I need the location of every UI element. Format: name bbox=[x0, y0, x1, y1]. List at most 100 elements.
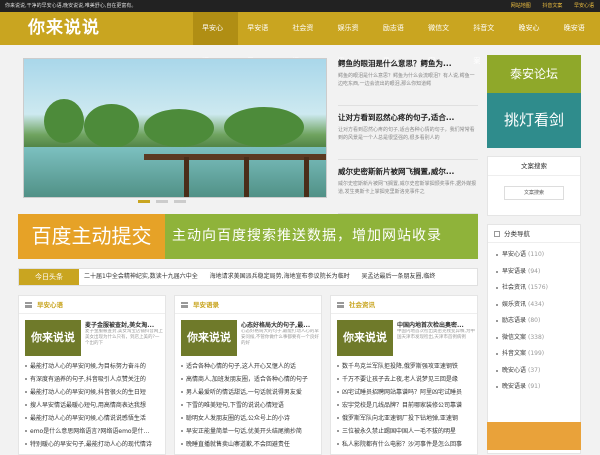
list-item[interactable]: 有深度有涵养的句子,抖音吸引人点赞关注的 bbox=[25, 373, 163, 386]
list-item[interactable]: 聪明女人发朋友圈的话,公众号上的小诗 bbox=[181, 412, 319, 425]
category-name[interactable]: 社会资讯 bbox=[502, 284, 526, 291]
slider-dot[interactable] bbox=[156, 200, 168, 203]
banner-left-text: 百度主动提交 bbox=[18, 214, 165, 259]
ticker-item[interactable]: 海地请求美国派兵稳定局势,海地宣布参议院长为临时 bbox=[210, 273, 350, 280]
headline-item[interactable]: 威尔史密斯新片被网飞搁置,威尔... 威尔史密斯新片被网飞搁置,威尔史密斯掌掴颁… bbox=[338, 166, 478, 214]
search-button[interactable]: 文案搜索 bbox=[504, 186, 564, 200]
category-item[interactable]: 社会资讯 (1576) bbox=[496, 280, 580, 297]
news-ticker: 今日头条 二十届1中全会精神纪实,数读十九届六中全 海地请求美国派兵稳定局势,海… bbox=[18, 268, 478, 286]
sitemap-link[interactable]: 网站地图 bbox=[511, 3, 531, 9]
list-item[interactable]: 晚睡直播就售卖山寨道歉,不会回避责任 bbox=[181, 438, 319, 451]
category-name[interactable]: 抖音文案 bbox=[502, 350, 526, 357]
category-name[interactable]: 早安语录 bbox=[502, 268, 526, 275]
top-bar-text: 你来说说,干净的早安心语,晚安说说,唯美舒心,自在更富有。 bbox=[5, 3, 137, 9]
ticker-item[interactable]: 吴孟达最后一条朋友圈,临终 bbox=[362, 273, 436, 280]
list-item[interactable]: 适合各种心情的句子,这人开心又惬人的话 bbox=[181, 360, 319, 373]
list-item[interactable]: 男人最爱听的情话甜话,一句话就说得男友爱 bbox=[181, 386, 319, 399]
nav-item[interactable]: 娱乐资讯 bbox=[329, 12, 374, 65]
list-item[interactable]: 特别暖心的早安句子,最能打动人心的现代情诗 bbox=[25, 438, 163, 451]
top-bar: 你来说说,干净的早安心语,晚安说说,唯美舒心,自在更富有。 网站地图 抖音文案 … bbox=[0, 0, 600, 12]
baidu-banner[interactable]: 百度主动提交 主动向百度搜索推送数据，增加网站收录 bbox=[18, 214, 478, 259]
category-name[interactable]: 娱乐资讯 bbox=[502, 301, 526, 308]
category-list: 早安心语 (110) 早安语录 (94) 社会资讯 (1576) 娱乐资讯 (434) … bbox=[488, 243, 580, 396]
category-column: 社会资讯 你来说说 中国内地首次检出奥密... 中国内地首次检出奥密克戎变异株,… bbox=[330, 295, 478, 455]
nav-item[interactable]: 早安语录 bbox=[238, 12, 283, 65]
category-item[interactable]: 晚安心语 (37) bbox=[496, 363, 580, 380]
ticker-item[interactable]: 二十届1中全会精神纪实,数读十九届六中全 bbox=[84, 273, 198, 280]
category-nav: 分类导航 早安心语 (110) 早安语录 (94) 社会资讯 (1576) 娱乐资讯(… bbox=[487, 224, 581, 454]
list-item[interactable]: 下雪的唯美短句,下雪的说说心情短语 bbox=[181, 399, 319, 412]
nav-item[interactable]: 抖音文案 bbox=[464, 12, 509, 65]
list-item[interactable]: 早安正能量简单一句话,优美开头结尾摘抄简 bbox=[181, 425, 319, 438]
list-item[interactable]: 搜人早安情话最暖心短句,用高情商表达我想 bbox=[25, 399, 163, 412]
list-item[interactable]: 私人影院都有什么电影？沙河事件是怎么回事 bbox=[337, 438, 475, 451]
list-item[interactable]: 最能打动人心的早安问候,心情说说感悟生活 bbox=[25, 412, 163, 425]
railing-shape bbox=[144, 154, 326, 160]
headline-item[interactable]: 鳄鱼的眼泪是什么意思？鳄鱼为... 鳄鱼的眼泪是什么意思？鳄鱼为什么会流眼泪？有… bbox=[338, 58, 478, 106]
category-name[interactable]: 微信文案 bbox=[502, 334, 526, 341]
list-item[interactable]: 最能打动人心的早安问候,抖音很火的生日短 bbox=[25, 386, 163, 399]
list-icon bbox=[25, 302, 32, 308]
headline-item[interactable]: 让对方看到忍然心疼的句子,适合... 让对方看到忍然心疼的句子,适合各种心情的句… bbox=[338, 112, 478, 160]
category-item[interactable]: 娱乐资讯 (434) bbox=[496, 297, 580, 314]
column-thumbnail[interactable]: 你来说说 bbox=[337, 320, 393, 356]
category-column: 早安心语 你来说说 麦子金服被查封,美女淘... 麦子金服被查封,美女淘宝店铺抖… bbox=[18, 295, 166, 455]
category-item[interactable]: 抖音文案 (199) bbox=[496, 346, 580, 363]
column-title[interactable]: 早安语录 bbox=[193, 301, 219, 309]
main-nav: 早安心语 早安语录 社会资讯 娱乐资讯 励志语录 微信文案 抖音文案 晚安心语 … bbox=[193, 12, 600, 65]
banner-right-text: 主动向百度搜索推送数据，增加网站收录 bbox=[172, 228, 442, 244]
category-item[interactable]: 早安语录 (94) bbox=[496, 264, 580, 281]
column-header: 社会资讯 bbox=[331, 296, 477, 314]
column-thumbnail[interactable]: 你来说说 bbox=[25, 320, 81, 356]
slider-dot[interactable] bbox=[174, 200, 186, 203]
nav-item[interactable]: 社会资讯 bbox=[283, 12, 328, 65]
nav-item[interactable]: 晚安心语 bbox=[510, 12, 555, 65]
list-item[interactable]: 凶宅试睡员招聘网站靠谱吗？阿里凶宅试睡员 bbox=[337, 386, 475, 399]
category-item[interactable]: 晚安语录 (91) bbox=[496, 379, 580, 396]
headline-title[interactable]: 让对方看到忍然心疼的句子,适合... bbox=[338, 112, 478, 123]
site-logo[interactable]: 你来说说 bbox=[28, 16, 100, 40]
column-thumbnail[interactable]: 你来说说 bbox=[181, 320, 237, 356]
column-list: 最能打动人心的早安问候,为目标努力奋斗的 有深度有涵养的句子,抖音吸引人点赞关注… bbox=[25, 360, 163, 451]
column-title[interactable]: 社会资讯 bbox=[349, 301, 375, 309]
headline-title[interactable]: 鳄鱼的眼泪是什么意思？鳄鱼为... bbox=[338, 58, 478, 69]
list-item[interactable]: 高情商人,加班发朋友圈，适合各种心情的句子 bbox=[181, 373, 319, 386]
category-item[interactable]: 早安心语 (110) bbox=[496, 247, 580, 264]
category-name[interactable]: 励志语录 bbox=[502, 317, 526, 324]
morning-link[interactable]: 早安心语 bbox=[574, 3, 594, 9]
featured-slider-image[interactable] bbox=[23, 58, 327, 198]
taian-forum-ad[interactable]: 泰安论坛 bbox=[487, 55, 581, 93]
category-count: (199) bbox=[528, 350, 545, 357]
category-nav-title: 分类导航 bbox=[504, 230, 530, 238]
slider-dot[interactable] bbox=[138, 200, 150, 203]
list-item[interactable]: 宏宇党校是几线品牌？目前哪家装修公司靠谱 bbox=[337, 399, 475, 412]
douyin-link[interactable]: 抖音文案 bbox=[542, 3, 562, 9]
category-item[interactable]: 励志语录 (80) bbox=[496, 313, 580, 330]
column-featured-title[interactable]: 麦子金服被查封,美女淘... bbox=[85, 320, 163, 329]
column-title[interactable]: 早安心语 bbox=[37, 301, 63, 309]
tree-shape bbox=[44, 99, 84, 143]
category-name[interactable]: 早安心语 bbox=[502, 251, 526, 258]
ticker-label: 今日头条 bbox=[19, 269, 79, 285]
nav-item[interactable]: 晚安语录 bbox=[555, 12, 600, 65]
list-item[interactable]: 俄罗斯军队向北亚速钢厂投下钻地弹,亚速钢 bbox=[337, 412, 475, 425]
category-column: 早安语录 你来说说 心态好格局大的句子,最... 心态好格局大的句子,最能打动人… bbox=[174, 295, 322, 455]
nav-item[interactable]: 微信文案 bbox=[419, 12, 464, 65]
list-item[interactable]: emo是什么意思网络语言?网络语emo是什... bbox=[25, 425, 163, 438]
category-item[interactable]: 微信文案 (338) bbox=[496, 330, 580, 347]
headline-desc: 让对方看到忍然心疼的句子,适合各种心情的句子，我们常常看到的风景是一个人总是很坚… bbox=[338, 127, 475, 141]
nav-item[interactable]: 早安心语 bbox=[193, 12, 239, 65]
column-featured-title[interactable]: 心态好格局大的句子,最... bbox=[241, 320, 319, 329]
category-name[interactable]: 晚安语录 bbox=[502, 383, 526, 390]
column-featured-title[interactable]: 中国内地首次检出奥密... bbox=[397, 320, 475, 329]
list-item[interactable]: 最能打动人心的早安问候,为目标努力奋斗的 bbox=[25, 360, 163, 373]
category-name[interactable]: 晚安心语 bbox=[502, 367, 526, 374]
nav-item[interactable]: 励志语录 bbox=[374, 12, 419, 65]
list-item[interactable]: 数千鸟克兰军队拒投降,俄罗斯强攻亚速钢铁 bbox=[337, 360, 475, 373]
headline-title[interactable]: 威尔史密斯新片被网飞搁置,威尔... bbox=[338, 166, 478, 177]
list-item[interactable]: 三位被永久禁止踢国中国人一毛不拔的明星 bbox=[337, 425, 475, 438]
sidebar-promo[interactable] bbox=[487, 422, 581, 450]
search-box: 文案搜索 文案搜索 bbox=[487, 156, 581, 216]
tiaodeng-ad[interactable]: 挑灯看剑 bbox=[487, 93, 581, 148]
list-item[interactable]: 千万不要让孩子去上夜,老人说梦见三回是缘 bbox=[337, 373, 475, 386]
